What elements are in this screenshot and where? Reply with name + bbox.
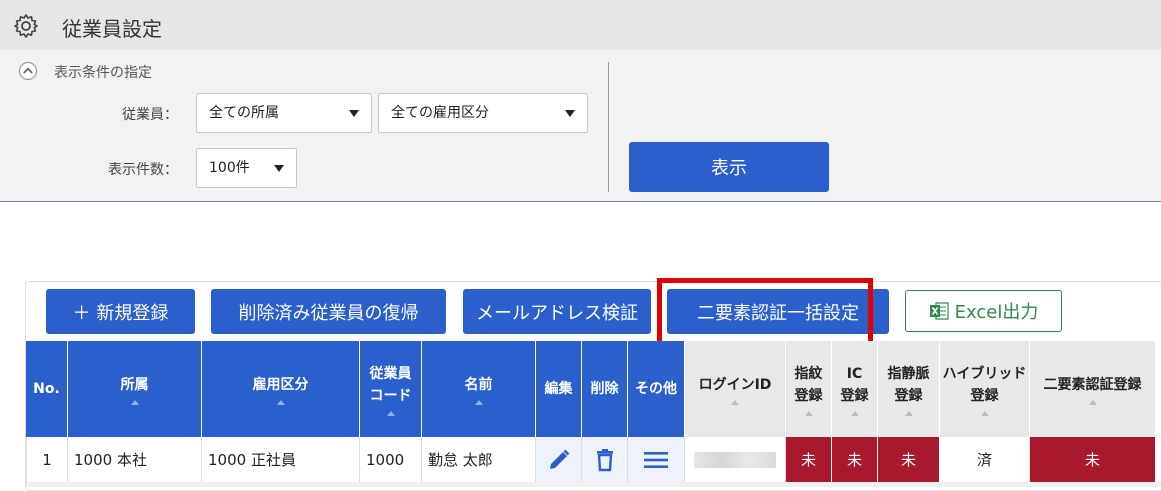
cell-vein: 未 (878, 437, 940, 483)
sort-icon (276, 399, 285, 405)
page-title: 従業員設定 (62, 17, 162, 41)
col-header-hybrid[interactable]: ハイブリッド 登録 (940, 341, 1030, 437)
next-row-edge (26, 482, 1161, 487)
cell-login-id (685, 437, 786, 483)
col-header-name[interactable]: 名前 (422, 341, 536, 437)
hamburger-menu-icon (644, 451, 668, 468)
col-header-twofa[interactable]: 二要素認証登録 (1030, 341, 1156, 437)
col-header-ic[interactable]: IC 登録 (832, 341, 878, 437)
col-header-dept[interactable]: 所属 (68, 341, 202, 437)
col-header-vein[interactable]: 指静脈 登録 (878, 341, 940, 437)
cell-no: 1 (26, 437, 68, 483)
cell-dept: 1000 本社 (68, 437, 202, 483)
cell-hybrid: 済 (940, 437, 1030, 483)
sort-icon (474, 399, 483, 405)
filter-section-title: 表示条件の指定 (54, 65, 152, 81)
blurred-login-id (694, 451, 776, 468)
employee-label: 従業員： (122, 107, 178, 123)
sort-icon (980, 410, 989, 416)
highlight-box (657, 278, 873, 346)
count-label: 表示件数： (108, 162, 178, 178)
chevron-down-icon (274, 165, 284, 172)
sort-icon (904, 410, 913, 416)
gear-icon (14, 14, 38, 38)
cell-code: 1000 (360, 437, 422, 483)
excel-icon (929, 302, 949, 320)
dept-select-value: 全ての所属 (209, 105, 279, 121)
chevron-down-icon (349, 110, 359, 117)
page-header: 従業員設定 (0, 0, 1161, 50)
count-select-value: 100件 (209, 160, 250, 176)
cell-name: 勤怠 太郎 (422, 437, 536, 483)
sort-icon (1088, 399, 1097, 405)
filter-divider (608, 62, 609, 192)
sort-icon (130, 399, 139, 405)
cell-emp-type: 1000 正社員 (202, 437, 360, 483)
emp-type-select[interactable]: 全ての雇用区分 (378, 93, 588, 133)
excel-export-button[interactable]: Excel出力 (905, 290, 1062, 332)
trash-icon (596, 448, 613, 471)
col-header-delete: 削除 (582, 341, 628, 437)
collapse-icon[interactable] (18, 61, 38, 81)
dept-select[interactable]: 全ての所属 (196, 93, 372, 133)
col-header-fingerprint[interactable]: 指紋 登録 (786, 341, 832, 437)
col-header-other: その他 (628, 341, 685, 437)
count-select[interactable]: 100件 (196, 148, 297, 188)
sort-icon (850, 410, 859, 416)
excel-button-label: Excel出力 (954, 302, 1039, 323)
col-header-emp-type[interactable]: 雇用区分 (202, 341, 360, 437)
other-menu-button[interactable] (628, 437, 685, 483)
sort-icon (386, 410, 395, 416)
show-button[interactable]: 表示 (629, 142, 829, 192)
col-header-code[interactable]: 従業員 コード (360, 341, 422, 437)
col-header-edit: 編集 (536, 341, 582, 437)
cell-twofa: 未 (1030, 437, 1156, 483)
sort-icon (731, 399, 739, 405)
cell-ic: 未 (832, 437, 878, 483)
new-register-button[interactable]: ＋ 新規登録 (46, 289, 195, 334)
col-header-login-id[interactable]: ログインID (685, 341, 786, 437)
col-header-no[interactable]: No. (26, 341, 68, 437)
emp-type-select-value: 全ての雇用区分 (391, 105, 489, 121)
pencil-icon (549, 449, 569, 469)
edit-button[interactable] (536, 437, 582, 483)
restore-deleted-button[interactable]: 削除済み従業員の復帰 (211, 289, 446, 334)
sort-icon (804, 410, 813, 416)
delete-button[interactable] (582, 437, 628, 483)
chevron-down-icon (565, 110, 575, 117)
cell-fingerprint: 未 (786, 437, 832, 483)
email-verify-button[interactable]: メールアドレス検証 (463, 289, 651, 334)
